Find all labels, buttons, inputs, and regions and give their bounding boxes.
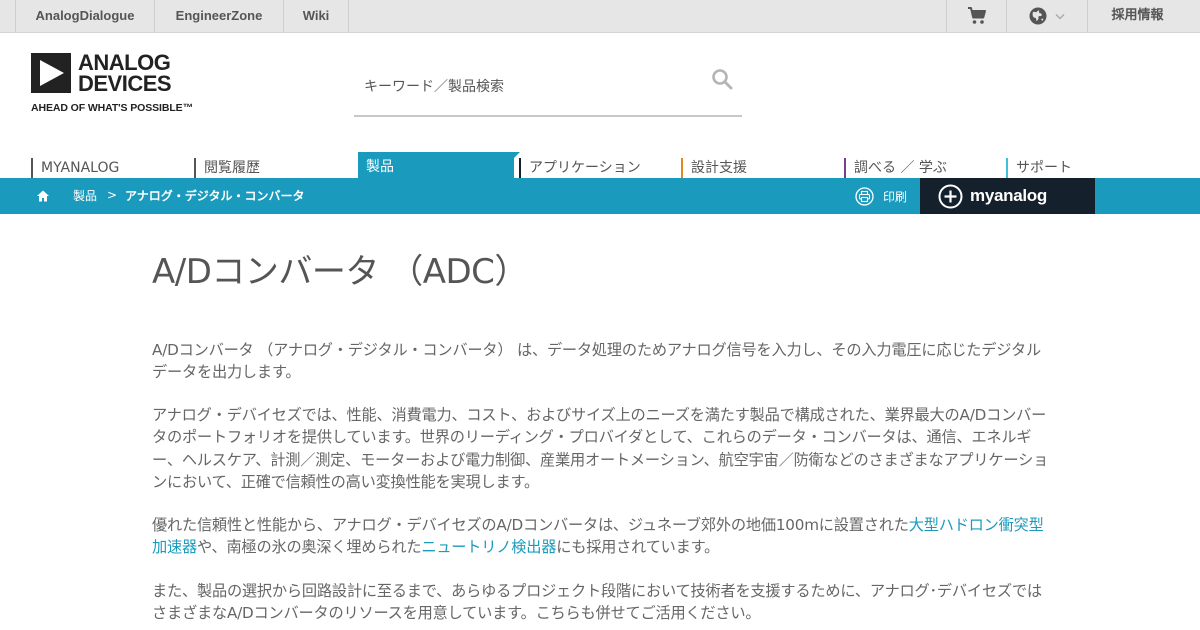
reliability-text-2: や、南極の氷の奥深く埋められた — [196, 538, 422, 557]
language-selector[interactable] — [1006, 0, 1087, 32]
search-box — [354, 60, 742, 117]
cart-button[interactable] — [946, 0, 1006, 32]
search-input[interactable] — [364, 76, 694, 98]
print-label: 印刷 — [883, 189, 908, 204]
neutrino-detector-link[interactable]: ニュートリノ検出器 — [421, 538, 556, 556]
chevron-down-icon — [1055, 13, 1065, 19]
print-button[interactable]: 印刷 — [855, 178, 907, 214]
reliability-text-1: 優れた信頼性と性能から、アナログ・デバイセズのA/Dコンバータは、ジュネーブ郊外… — [152, 516, 909, 534]
logo-mark — [31, 53, 71, 93]
engineer-zone-link[interactable]: EngineerZone — [154, 0, 283, 32]
nav-history[interactable]: 閲覧履歴 — [194, 158, 260, 178]
breadcrumb-separator: > — [107, 188, 118, 202]
portfolio-paragraph: アナログ・デバイセズでは、性能、消費電力、コスト、およびサイズ上のニーズを満たす… — [152, 406, 1049, 492]
plus-circle-icon — [938, 184, 963, 208]
reliability-text-3: にも採用されています。 — [556, 538, 720, 557]
analog-devices-logo[interactable]: ANALOG DEVICES AHEAD OF WHAT'S POSSIBLE™ — [31, 50, 193, 117]
nav-applications[interactable]: アプリケーション — [519, 158, 641, 178]
nav-learn[interactable]: 調べる ／ 学ぶ — [844, 158, 947, 178]
search-icon[interactable] — [711, 68, 733, 90]
main-nav: MYANALOG 閲覧履歴 製品 アプリケーション 設計支援 調べる ／ 学ぶ … — [0, 152, 1200, 178]
myanalog-label: myanalog — [970, 186, 1047, 205]
analog-dialogue-link[interactable]: AnalogDialogue — [15, 0, 154, 32]
nav-products[interactable]: 製品 — [358, 152, 520, 178]
intro-paragraph: A/Dコンバータ （アナログ・デジタル・コンバータ） は、データ処理のためアナロ… — [152, 341, 1041, 382]
logo-triangle-icon — [31, 53, 71, 93]
page-title: A/Dコンバータ （ADC） — [152, 252, 528, 292]
reliability-paragraph: 優れた信頼性と性能から、アナログ・デバイセズのA/Dコンバータは、ジュネーブ郊外… — [152, 514, 1052, 559]
nav-design-support[interactable]: 設計支援 — [681, 158, 747, 178]
globe-icon — [1029, 7, 1047, 25]
logo-word-devices: DEVICES — [78, 71, 172, 96]
cart-icon — [967, 7, 986, 24]
home-icon[interactable] — [36, 189, 50, 203]
nav-support[interactable]: サポート — [1006, 158, 1072, 178]
resources-paragraph: また、製品の選択から回路設計に至るまで、あらゆるプロジェクト段階において技術者を… — [152, 582, 1042, 623]
nav-myanalog[interactable]: MYANALOG — [31, 158, 119, 178]
careers-link[interactable]: 採用情報 — [1087, 0, 1187, 32]
logo-tagline: AHEAD OF WHAT'S POSSIBLE™ — [31, 102, 193, 114]
myanalog-button[interactable]: myanalog — [920, 178, 1095, 214]
print-icon — [855, 186, 874, 206]
utility-bar: AnalogDialogue EngineerZone Wiki 採用情報 — [0, 0, 1200, 33]
breadcrumb-current: アナログ・デジタル・コンバータ — [125, 189, 305, 203]
breadcrumb-products[interactable]: 製品 — [73, 178, 97, 214]
wiki-link[interactable]: Wiki — [283, 0, 349, 32]
